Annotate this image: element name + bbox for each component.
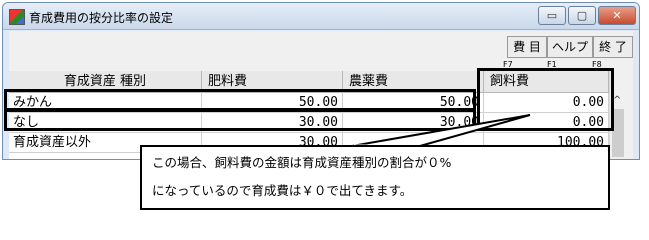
f7-key-label: F7 <box>503 60 513 69</box>
row-1-type[interactable]: みかん <box>9 93 202 113</box>
column-header-pesticide[interactable]: 農薬費 <box>343 71 484 93</box>
expense-item-button[interactable]: 費 目 <box>507 36 547 58</box>
explanation-callout: この場合、飼料費の金額は育成資産種別の割合が０% になっているので育成費は￥０で… <box>140 145 610 210</box>
close-button[interactable]: ✕ <box>598 6 636 25</box>
maximize-button[interactable]: ▢ <box>568 6 596 25</box>
callout-line-2: になっているので育成費は￥０で出てきます。 <box>152 183 413 198</box>
minimize-button[interactable]: ▭ <box>538 6 566 25</box>
f1-key-label: F1 <box>547 60 557 69</box>
window-title: 育成費用の按分比率の設定 <box>29 11 174 25</box>
row-1-fertilizer[interactable]: 50.00 <box>202 93 343 113</box>
column-header-feed[interactable]: 飼料費 <box>484 71 609 93</box>
exit-button[interactable]: 終 了 <box>593 36 633 58</box>
row-1-feed[interactable]: 0.00 <box>484 93 609 113</box>
vertical-scrollbar[interactable]: ^ <box>609 71 627 159</box>
row-2-type[interactable]: なし <box>9 113 202 133</box>
scroll-up-icon[interactable]: ^ <box>613 95 621 106</box>
row-1-pesticide[interactable]: 50.00 <box>343 93 484 113</box>
f8-key-label: F8 <box>592 60 602 69</box>
app-icon <box>9 9 25 25</box>
row-2-pesticide[interactable]: 30.00 <box>343 113 484 133</box>
title-bar[interactable]: 育成費用の按分比率の設定 ▭ ▢ ✕ <box>3 3 639 30</box>
scroll-thumb[interactable] <box>612 109 624 157</box>
help-button[interactable]: ヘルプ <box>547 36 593 58</box>
callout-line-1: この場合、飼料費の金額は育成資産種別の割合が０% <box>152 155 452 170</box>
row-2-feed[interactable]: 0.00 <box>484 113 609 133</box>
row-2-fertilizer[interactable]: 30.00 <box>202 113 343 133</box>
main-window: 育成費用の按分比率の設定 ▭ ▢ ✕ 費 目 ヘルプ 終 了 F7 F1 F8 … <box>2 2 640 160</box>
column-header-type[interactable]: 育成資産 種別 <box>9 71 202 93</box>
client-area: 費 目 ヘルプ 終 了 F7 F1 F8 育成資産 種別 肥料費 農薬費 飼料費… <box>9 31 633 159</box>
column-header-fertilizer[interactable]: 肥料費 <box>202 71 343 93</box>
